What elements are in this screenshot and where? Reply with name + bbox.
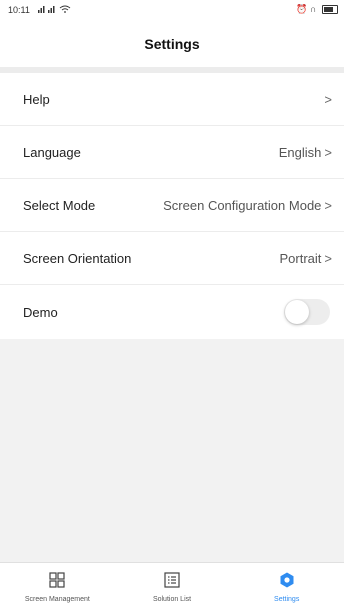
language-value: English [278,144,322,160]
row-value: Screen Configuration Mode > [163,198,332,213]
row-label: Help [23,91,50,107]
row-label: Screen Orientation [23,250,132,266]
toggle-knob [285,300,309,324]
app-header: Settings [0,20,344,67]
chevron-right-icon: > [324,144,332,160]
status-bar: 10:11 ⏰ ∩ [0,0,344,20]
language-row[interactable]: Language English > [0,126,344,179]
row-label: Select Mode [23,197,96,213]
tab-screen-management[interactable]: Screen Management [0,563,115,611]
signal-icon [38,4,72,16]
row-label: Language [23,144,81,160]
orientation-value: Portrait [279,250,322,266]
screen-orientation-row[interactable]: Screen Orientation Portrait > [0,232,344,285]
tab-label: Settings [274,596,300,603]
tab-label: Solution List [152,596,192,603]
tab-label: Screen Management [24,596,90,603]
chevron-right-icon: > [324,197,332,213]
settings-list: Help > Language English > Select Mode Sc… [0,73,344,339]
chevron-right-icon: > [324,250,332,266]
tab-settings[interactable]: Settings [229,563,344,611]
list-icon [164,572,180,593]
status-time: 10:11 [8,5,30,15]
grid-icon [49,572,65,593]
alarm-icon: ⏰ [296,4,308,14]
headphone-icon: ∩ [310,4,317,14]
demo-toggle[interactable] [284,299,330,325]
tab-solution-list[interactable]: Solution List [115,563,230,611]
row-value: > [324,92,332,107]
status-right: ⏰ ∩ [296,4,338,15]
row-value: English > [279,145,332,160]
demo-row: Demo [0,285,344,339]
select-mode-row[interactable]: Select Mode Screen Configuration Mode > [0,179,344,232]
row-label: Demo [23,304,58,320]
mode-value: Screen Configuration Mode [163,197,322,213]
chevron-right-icon: > [324,91,332,107]
help-row[interactable]: Help > [0,73,344,126]
page-title: Settings [144,35,200,52]
bottom-tab-bar: Screen Management Solution List Settings [0,562,344,611]
row-value: Portrait > [280,251,333,266]
gear-icon [279,572,295,593]
battery-icon [322,5,338,15]
